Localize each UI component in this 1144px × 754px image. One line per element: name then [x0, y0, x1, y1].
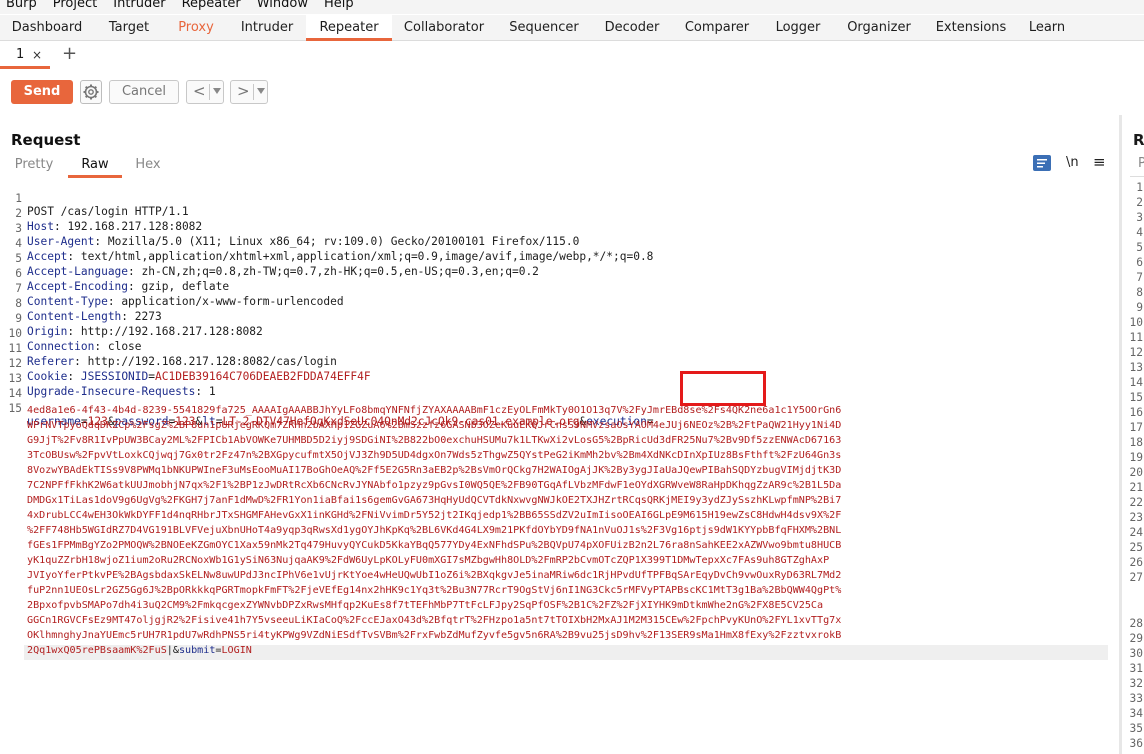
- dropdown-arrow-icon[interactable]: [213, 88, 221, 94]
- editor-line: 12 Cookie: JSESSIONID=AC1DEB39164C706DEA…: [8, 357, 371, 383]
- body-line: yK1quZZrbH18wjoZ1ium2oRu2RCNoxWb1G1ySiN6…: [27, 555, 830, 566]
- request-panel-title: Request: [11, 131, 81, 149]
- response-panel-title: R: [1133, 131, 1144, 149]
- tab-intruder[interactable]: Intruder: [228, 15, 306, 41]
- settings-button[interactable]: [80, 80, 102, 104]
- editor-line: 6 Accept-Encoding: gzip, deflate: [15, 267, 230, 293]
- tab-comparer[interactable]: Comparer: [672, 15, 762, 41]
- body-line: 7C2NPFfFkhK2W6atkUUJmobhjN7qx%2F1%2BP1zJ…: [27, 480, 842, 491]
- menu-project[interactable]: Project: [45, 0, 105, 11]
- chevron-right-icon: >: [237, 82, 250, 100]
- back-button[interactable]: <: [186, 80, 224, 104]
- editor-line: 5 Accept-Language: zh-CN,zh;q=0.8,zh-TW;…: [15, 252, 539, 278]
- tab-dashboard[interactable]: Dashboard: [0, 15, 94, 41]
- forward-button[interactable]: >: [230, 80, 268, 104]
- tab-sequencer[interactable]: Sequencer: [496, 15, 592, 41]
- editor-line: 11 Referer: http://192.168.217.128:8082/…: [8, 342, 337, 368]
- body-line: 4xDrubLCC4wEH3OkWkDYFF1d4nqRHbrJTxSHGMFA…: [27, 510, 842, 521]
- menu-bar: Burp Project Intruder Repeater Window He…: [0, 0, 1144, 14]
- body-line: 4ed8a1e6-4f43-4b4d-8239-5541829fa725_AAA…: [27, 405, 842, 416]
- menu-help[interactable]: Help: [316, 0, 362, 11]
- tab-logger[interactable]: Logger: [762, 15, 834, 41]
- highlight-annotation-box: [680, 371, 766, 406]
- repeater-toolbar: Send Cancel < >: [0, 70, 1144, 114]
- editor-line: 7 Content-Type: application/x-www-form-u…: [15, 282, 344, 308]
- body-line: 8VozwYBAdEkTISs9V8PWMq1bNKUPWIneF3uMsEoo…: [27, 465, 842, 476]
- menu-intruder[interactable]: Intruder: [105, 0, 173, 11]
- chevron-left-icon: <: [193, 82, 206, 100]
- param-name: submit: [178, 645, 216, 656]
- newline-toggle-icon[interactable]: \n: [1066, 155, 1079, 170]
- menu-window[interactable]: Window: [249, 0, 316, 11]
- editor-line: 1 POST /cas/login HTTP/1.1: [15, 192, 189, 218]
- tab-response-pretty[interactable]: P: [1138, 156, 1144, 171]
- tab-hex[interactable]: Hex: [134, 157, 162, 178]
- gear-icon: [83, 84, 99, 100]
- main-tab-bar: Dashboard Target Proxy Intruder Repeater…: [0, 15, 1144, 41]
- editor-line: 9 Origin: http://192.168.217.128:8082: [15, 312, 263, 338]
- repeater-tab-bar: 1 × +: [0, 42, 1144, 69]
- body-line: 2BpxofpvbSMAPo7dh4i3uQ2CM9%2FmkqcgexZYWN…: [27, 600, 824, 611]
- body-line: WPrNVTpyoQdqDKZCp%2FsgZ%2BP8un1pURjegRKQ…: [27, 420, 842, 431]
- add-tab-icon[interactable]: +: [62, 44, 77, 64]
- request-view-tabs: Pretty Raw Hex: [0, 155, 1118, 178]
- body-line: OKlhmnghyJnaYUEmc5rUH7R1pdU7wRdhPNS5ri4t…: [27, 630, 842, 641]
- body-line: %2FF748Hb5WGIdRZ7D4VG191BLVFVejuXbnUHoT4…: [27, 525, 842, 536]
- tab-raw[interactable]: Raw: [68, 157, 122, 178]
- body-line: JVIyoYferPtkvPE%2BAgsbdaxSkELNw8uwUPdJ3n…: [27, 570, 842, 581]
- tab-target[interactable]: Target: [94, 15, 164, 41]
- body-line: fuP2nn1UEOsLr2GZ5Gg6J%2BpORkkkqPGRTmopkF…: [27, 585, 842, 596]
- dropdown-arrow-icon[interactable]: [257, 88, 265, 94]
- tab-extensions[interactable]: Extensions: [924, 15, 1018, 41]
- menu-burp[interactable]: Burp: [0, 0, 45, 11]
- hamburger-menu-icon[interactable]: ≡: [1093, 153, 1106, 171]
- tab-learn[interactable]: Learn: [1018, 15, 1076, 41]
- send-button[interactable]: Send: [11, 80, 73, 104]
- cancel-button[interactable]: Cancel: [109, 80, 179, 104]
- body-line: G9JjT%2Fv8R1IvPpUW3BCay2ML%2FPICb1AbVOWK…: [27, 435, 842, 446]
- body-line-last: 2Qq1wxQ05rePBsaamK%2FuS|&submit=LOGIN: [27, 645, 252, 656]
- menu-repeater[interactable]: Repeater: [174, 0, 249, 11]
- editor-line: 10 Connection: close: [8, 327, 142, 353]
- repeater-tab-1[interactable]: 1 ×: [0, 42, 50, 69]
- param-value: LOGIN: [221, 645, 252, 656]
- word-wrap-icon[interactable]: [1033, 155, 1051, 171]
- body-line: 3TcOBUsw%2FpvVtLoxkCQjwqj7Gx0tr2Fz47n%2B…: [27, 450, 842, 461]
- tab-collaborator[interactable]: Collaborator: [392, 15, 496, 41]
- tab-repeater[interactable]: Repeater: [306, 15, 392, 41]
- tab-organizer[interactable]: Organizer: [834, 15, 924, 41]
- tab-proxy[interactable]: Proxy: [164, 15, 228, 41]
- request-editor[interactable]: 1 POST /cas/login HTTP/1.1 2 Host: 192.1…: [0, 179, 1118, 754]
- tab-pretty[interactable]: Pretty: [14, 157, 54, 178]
- tab-decoder[interactable]: Decoder: [592, 15, 672, 41]
- editor-line: 13 Upgrade-Insecure-Requests: 1: [8, 372, 216, 398]
- close-icon[interactable]: ×: [32, 42, 42, 68]
- editor-line: 3 User-Agent: Mozilla/5.0 (X11; Linux x8…: [15, 222, 580, 248]
- body-line: GGCn1RGVCFsEz9MT47oljgjR2%2Fisive41h7Y5v…: [27, 615, 842, 626]
- body-line: fGEs1FPMmBgYZo2PMOQW%2BNOEeKZGmOYC1Xax59…: [27, 540, 842, 551]
- editor-line: 15 username=123&password=123&lt=LT-2-DTV…: [8, 402, 654, 428]
- editor-line: 2 Host: 192.168.217.128:8082: [15, 207, 203, 233]
- editor-line: 4 Accept: text/html,application/xhtml+xm…: [15, 237, 654, 263]
- body-line: DMDGx1TiLas1doV9g6UgVg%2FKGH7j7anF1dMwD%…: [27, 495, 842, 506]
- editor-line: 8 Content-Length: 2273: [15, 297, 162, 323]
- editor-line: 14: [8, 387, 22, 400]
- repeater-tab-label: 1: [16, 47, 25, 62]
